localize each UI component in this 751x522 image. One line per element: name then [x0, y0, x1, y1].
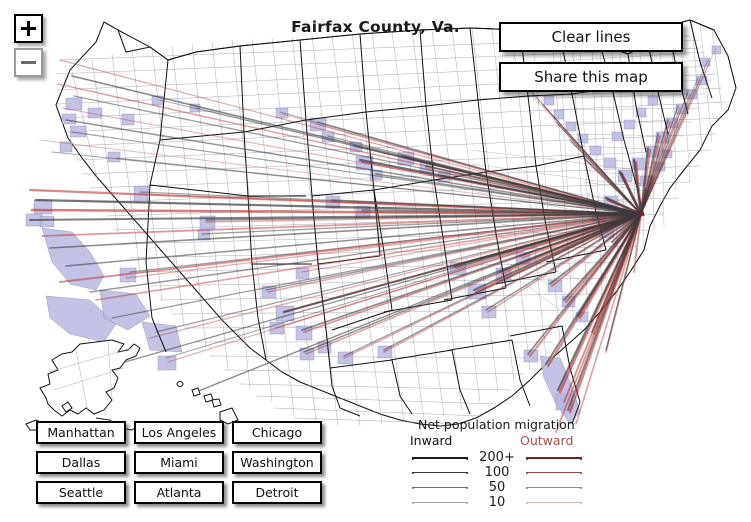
city-button-los-angeles[interactable]: Los Angeles: [134, 421, 224, 444]
city-button-detroit[interactable]: Detroit: [232, 481, 322, 504]
city-button-washington[interactable]: Washington: [232, 451, 322, 474]
legend-title: Net population migration: [418, 417, 575, 432]
city-button-manhattan[interactable]: Manhattan: [36, 421, 126, 444]
zoom-controls: [14, 14, 44, 82]
zoom-in-button[interactable]: [14, 14, 43, 43]
legend-value: 200+: [479, 450, 515, 465]
legend-row: 10: [410, 495, 610, 510]
legend-outward-swatch: [524, 472, 584, 474]
fairfax-county-focal-point: [638, 211, 644, 217]
legend-inward-swatch: [410, 502, 470, 504]
legend-inward-swatch: [410, 487, 470, 489]
zoom-out-button[interactable]: [14, 48, 43, 77]
legend-outward-label: Outward: [520, 433, 574, 448]
legend-row: 100: [410, 465, 610, 480]
alaska-inset: [25, 339, 161, 431]
migration-map-app: Fairfax County, Va. Clear lines Share th…: [0, 0, 751, 522]
city-button-chicago[interactable]: Chicago: [232, 421, 322, 444]
legend-value: 10: [488, 495, 506, 510]
map-legend: Net population migration Inward Outward …: [410, 417, 610, 510]
legend-value: 100: [484, 465, 510, 480]
legend-outward-swatch: [524, 487, 584, 489]
share-this-map-button[interactable]: Share this map: [499, 62, 683, 92]
plus-icon: [21, 21, 36, 36]
legend-inward-swatch: [410, 472, 470, 474]
action-buttons: Clear lines Share this map: [499, 22, 683, 92]
legend-value: 50: [488, 480, 506, 495]
clear-lines-button[interactable]: Clear lines: [499, 22, 683, 52]
legend-row: 200+: [410, 450, 610, 465]
city-button-miami[interactable]: Miami: [134, 451, 224, 474]
city-shortcut-buttons: Manhattan Los Angeles Chicago Dallas Mia…: [36, 421, 322, 504]
legend-column-headers: Inward Outward: [410, 433, 610, 448]
minus-icon: [21, 55, 36, 70]
legend-outward-swatch: [524, 502, 584, 504]
legend-outward-swatch: [524, 456, 584, 460]
legend-row: 50: [410, 480, 610, 495]
legend-inward-label: Inward: [410, 433, 453, 448]
city-button-atlanta[interactable]: Atlanta: [134, 481, 224, 504]
legend-inward-swatch: [410, 456, 470, 460]
city-button-dallas[interactable]: Dallas: [36, 451, 126, 474]
city-button-seattle[interactable]: Seattle: [36, 481, 126, 504]
